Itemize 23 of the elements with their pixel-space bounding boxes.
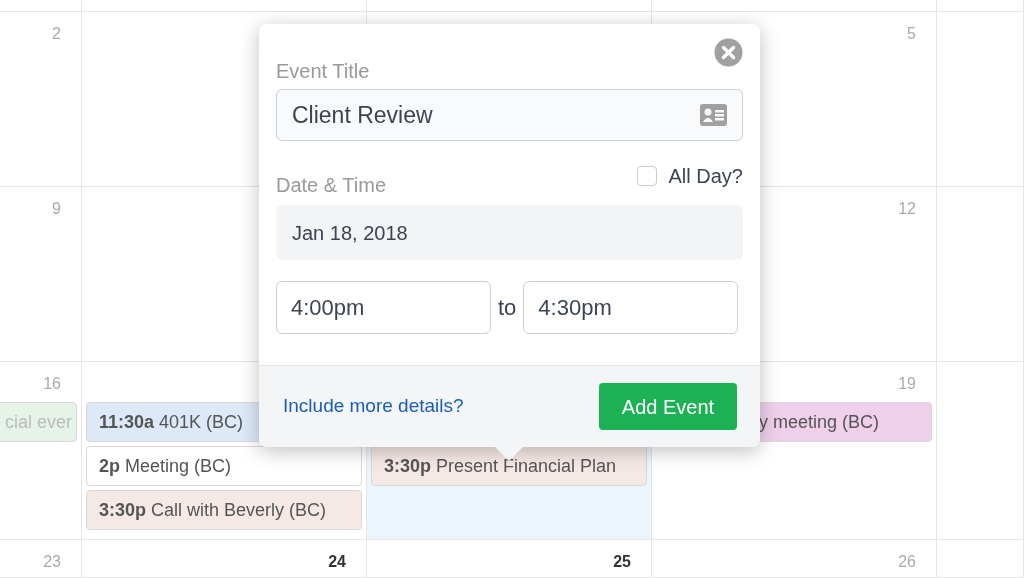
separator-text: to	[497, 294, 518, 322]
start-time-field[interactable]: 4:00pm	[276, 281, 491, 334]
field-label: Date & Time	[276, 173, 387, 198]
day-number: 9	[52, 199, 61, 219]
checkbox[interactable]	[636, 166, 657, 186]
day-number: 12	[898, 199, 916, 219]
event-chip[interactable]: 3:30p Present Financial Plan	[371, 446, 647, 486]
date-field[interactable]: Jan 18, 2018	[276, 205, 743, 260]
close-icon[interactable]	[714, 38, 743, 67]
day-number: 16	[43, 374, 61, 394]
event-chip[interactable]: 2p Meeting (BC)	[86, 446, 362, 486]
contact-card-icon[interactable]	[700, 104, 727, 126]
day-number: 23	[43, 552, 61, 572]
day-number: 5	[907, 24, 916, 44]
day-number: 2	[52, 24, 61, 44]
day-number: 24	[328, 552, 346, 572]
event-chip[interactable]: 3:30p Call with Beverly (BC)	[86, 490, 362, 530]
day-number: 25	[613, 552, 631, 572]
end-time-field[interactable]: 4:30pm	[523, 281, 739, 334]
title-field[interactable]: Client Review	[276, 89, 743, 141]
day-number: 26	[898, 552, 916, 572]
day-number: 19	[898, 374, 916, 394]
field-label: Event Title	[276, 59, 371, 84]
